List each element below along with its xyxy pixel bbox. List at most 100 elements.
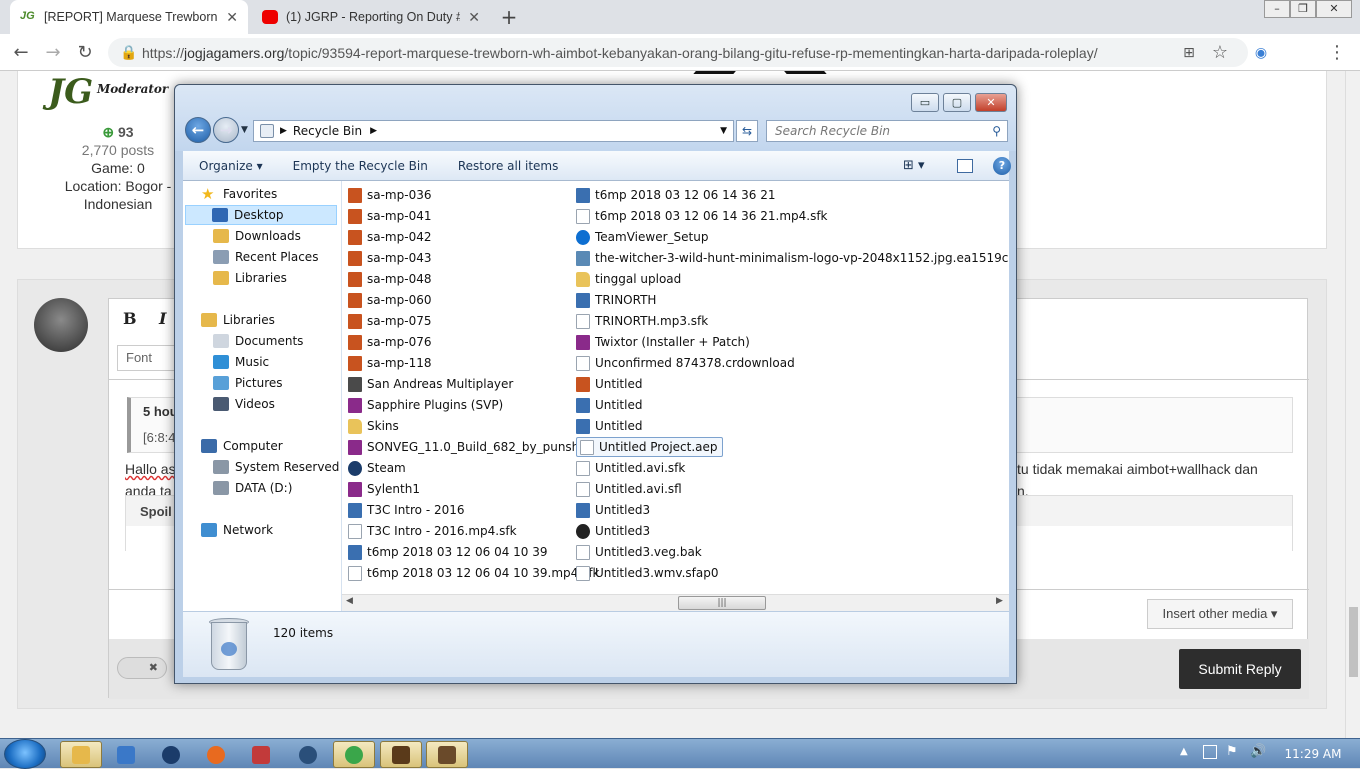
new-tab-button[interactable]: + — [496, 5, 522, 29]
tab-youtube[interactable]: (1) JGRP - Reporting On Duty #1 ✕ — [252, 0, 490, 34]
close-button[interactable]: ✕ — [975, 93, 1007, 112]
nav-item-recent-places[interactable]: Recent Places — [213, 247, 318, 267]
scrollbar-thumb[interactable]: ||| — [678, 596, 766, 610]
avatar[interactable] — [34, 298, 88, 352]
file-item[interactable]: Untitled3 — [576, 500, 650, 520]
file-item[interactable]: sa-mp-076 — [348, 332, 431, 352]
volume-icon[interactable]: 🔊 — [1250, 744, 1266, 759]
file-item[interactable]: Untitled.avi.sfk — [576, 458, 685, 478]
file-item[interactable]: Untitled — [576, 395, 642, 415]
file-item[interactable]: the-witcher-3-wild-hunt-minimalism-logo-… — [576, 248, 1009, 268]
file-item[interactable]: t6mp 2018 03 12 06 14 36 21.mp4.sfk — [576, 206, 828, 226]
reply-text[interactable]: Hallo as — [125, 461, 176, 477]
taskbar-game-button[interactable] — [380, 741, 422, 768]
file-item[interactable]: Twixtor (Installer + Patch) — [576, 332, 750, 352]
organize-button[interactable]: Organize ▾ — [199, 159, 263, 173]
show-hidden-icons[interactable]: ▲ — [1180, 746, 1188, 757]
nav-item-pictures[interactable]: Pictures — [213, 373, 283, 393]
maximize-button[interactable]: ▢ — [943, 93, 971, 112]
bold-button[interactable]: B — [123, 309, 137, 328]
minimize-button[interactable]: – — [1264, 0, 1290, 18]
nav-item-desktop[interactable]: Desktop — [185, 205, 337, 225]
nav-item-system-reserved-c[interactable]: System Reserved (C: — [213, 457, 360, 477]
file-item[interactable]: sa-mp-075 — [348, 311, 431, 331]
file-item[interactable]: Steam — [348, 458, 406, 478]
file-item[interactable]: SONVEG_11.0_Build_682_by_punsh — [348, 437, 579, 457]
extension-icon[interactable]: ◉ — [1250, 42, 1272, 64]
taskbar-explorer-button[interactable] — [60, 741, 102, 768]
scrollbar-thumb[interactable] — [1349, 607, 1358, 677]
back-button[interactable]: ← — [10, 42, 32, 64]
file-item[interactable]: T3C Intro - 2016.mp4.sfk — [348, 521, 517, 541]
file-item[interactable]: Skins — [348, 416, 399, 436]
file-item[interactable]: sa-mp-041 — [348, 206, 431, 226]
search-input[interactable]: Search Recycle Bin ⚲ — [766, 120, 1008, 142]
close-tab-icon[interactable]: ✕ — [468, 9, 480, 26]
nav-item-downloads[interactable]: Downloads — [213, 226, 301, 246]
nav-item-libraries[interactable]: Libraries — [213, 268, 287, 288]
file-item[interactable]: Untitled Project.aep — [576, 437, 723, 457]
file-item[interactable]: Unconfirmed 874378.crdownload — [576, 353, 795, 373]
taskbar-chrome-button[interactable] — [333, 741, 375, 768]
file-item[interactable]: sa-mp-042 — [348, 227, 431, 247]
restore-all-button[interactable]: Restore all items — [458, 159, 559, 173]
nav-item-favorites[interactable]: ★ Favorites — [201, 184, 277, 204]
taskbar-steam-button[interactable] — [150, 741, 192, 768]
recent-pages-icon[interactable]: ▼ — [241, 125, 248, 135]
network-tray-icon[interactable] — [1203, 745, 1217, 759]
file-item[interactable]: T3C Intro - 2016 — [348, 500, 465, 520]
file-item[interactable]: sa-mp-060 — [348, 290, 431, 310]
preview-pane-icon[interactable] — [957, 158, 973, 173]
taskbar-control-panel-button[interactable] — [105, 741, 147, 768]
submit-reply-button[interactable]: Submit Reply — [1179, 649, 1301, 689]
nav-item-videos[interactable]: Videos — [213, 394, 275, 414]
scroll-left-icon[interactable]: ◀ — [346, 596, 353, 606]
action-center-icon[interactable]: ⚑ — [1226, 744, 1238, 759]
taskbar-firefox-button[interactable] — [195, 741, 237, 768]
close-tab-icon[interactable]: ✕ — [226, 9, 238, 26]
search-icon[interactable]: ⚲ — [992, 121, 1001, 141]
bookmark-star-icon[interactable]: ☆ — [1209, 42, 1231, 64]
nav-item-computer[interactable]: Computer — [201, 436, 283, 456]
file-item[interactable]: Untitled.avi.sfl — [576, 479, 682, 499]
file-item[interactable]: t6mp 2018 03 12 06 04 10 39 — [348, 542, 548, 562]
file-item[interactable]: TeamViewer_Setup — [576, 227, 708, 247]
nav-item-network[interactable]: Network — [201, 520, 273, 540]
chevron-right-icon[interactable]: ▶ — [370, 126, 377, 136]
translate-icon[interactable]: ⊞ — [1178, 42, 1200, 64]
file-item[interactable]: Untitled — [576, 374, 642, 394]
italic-button[interactable]: I — [159, 309, 166, 328]
nav-item-documents[interactable]: Documents — [213, 331, 303, 351]
file-item[interactable]: tinggal upload — [576, 269, 681, 289]
chevron-down-icon[interactable]: ▼ — [720, 126, 727, 136]
reload-button[interactable]: ↻ — [74, 42, 96, 64]
file-item[interactable]: sa-mp-118 — [348, 353, 431, 373]
close-window-button[interactable]: ✕ — [1316, 0, 1352, 18]
file-item[interactable]: Sylenth1 — [348, 479, 420, 499]
file-item[interactable]: Untitled3.wmv.sfap0 — [576, 563, 719, 583]
breadcrumb[interactable]: Recycle Bin — [293, 124, 362, 138]
file-item[interactable]: TRINORTH — [576, 290, 656, 310]
view-options-icon[interactable]: ⊞ ▾ — [903, 158, 925, 173]
file-item[interactable]: sa-mp-048 — [348, 269, 431, 289]
file-item[interactable]: t6mp 2018 03 12 06 14 36 21 — [576, 185, 776, 205]
help-icon[interactable]: ? — [993, 156, 1011, 175]
file-item[interactable]: Sapphire Plugins (SVP) — [348, 395, 503, 415]
address-bar[interactable]: ▶ Recycle Bin ▶ ▼ — [253, 120, 734, 142]
minimize-button[interactable]: ▭ — [911, 93, 939, 112]
clock[interactable]: 11:29 AM — [1268, 739, 1358, 769]
start-button[interactable] — [4, 739, 46, 769]
forward-button[interactable]: → — [42, 42, 64, 64]
taskbar-media-button[interactable] — [287, 741, 329, 768]
file-item[interactable]: San Andreas Multiplayer — [348, 374, 513, 394]
file-item[interactable]: Untitled3 — [576, 521, 650, 541]
file-item[interactable]: TRINORTH.mp3.sfk — [576, 311, 708, 331]
maximize-button[interactable]: ❐ — [1290, 0, 1316, 18]
file-item[interactable]: sa-mp-043 — [348, 248, 431, 268]
taskbar-app-button[interactable] — [240, 741, 282, 768]
file-item[interactable]: Untitled — [576, 416, 642, 436]
toggle-switch[interactable]: ✖ — [117, 657, 167, 679]
nav-item-libraries[interactable]: Libraries — [201, 310, 275, 330]
refresh-icon[interactable]: ⇆ — [736, 120, 758, 142]
page-scrollbar[interactable] — [1345, 71, 1360, 741]
